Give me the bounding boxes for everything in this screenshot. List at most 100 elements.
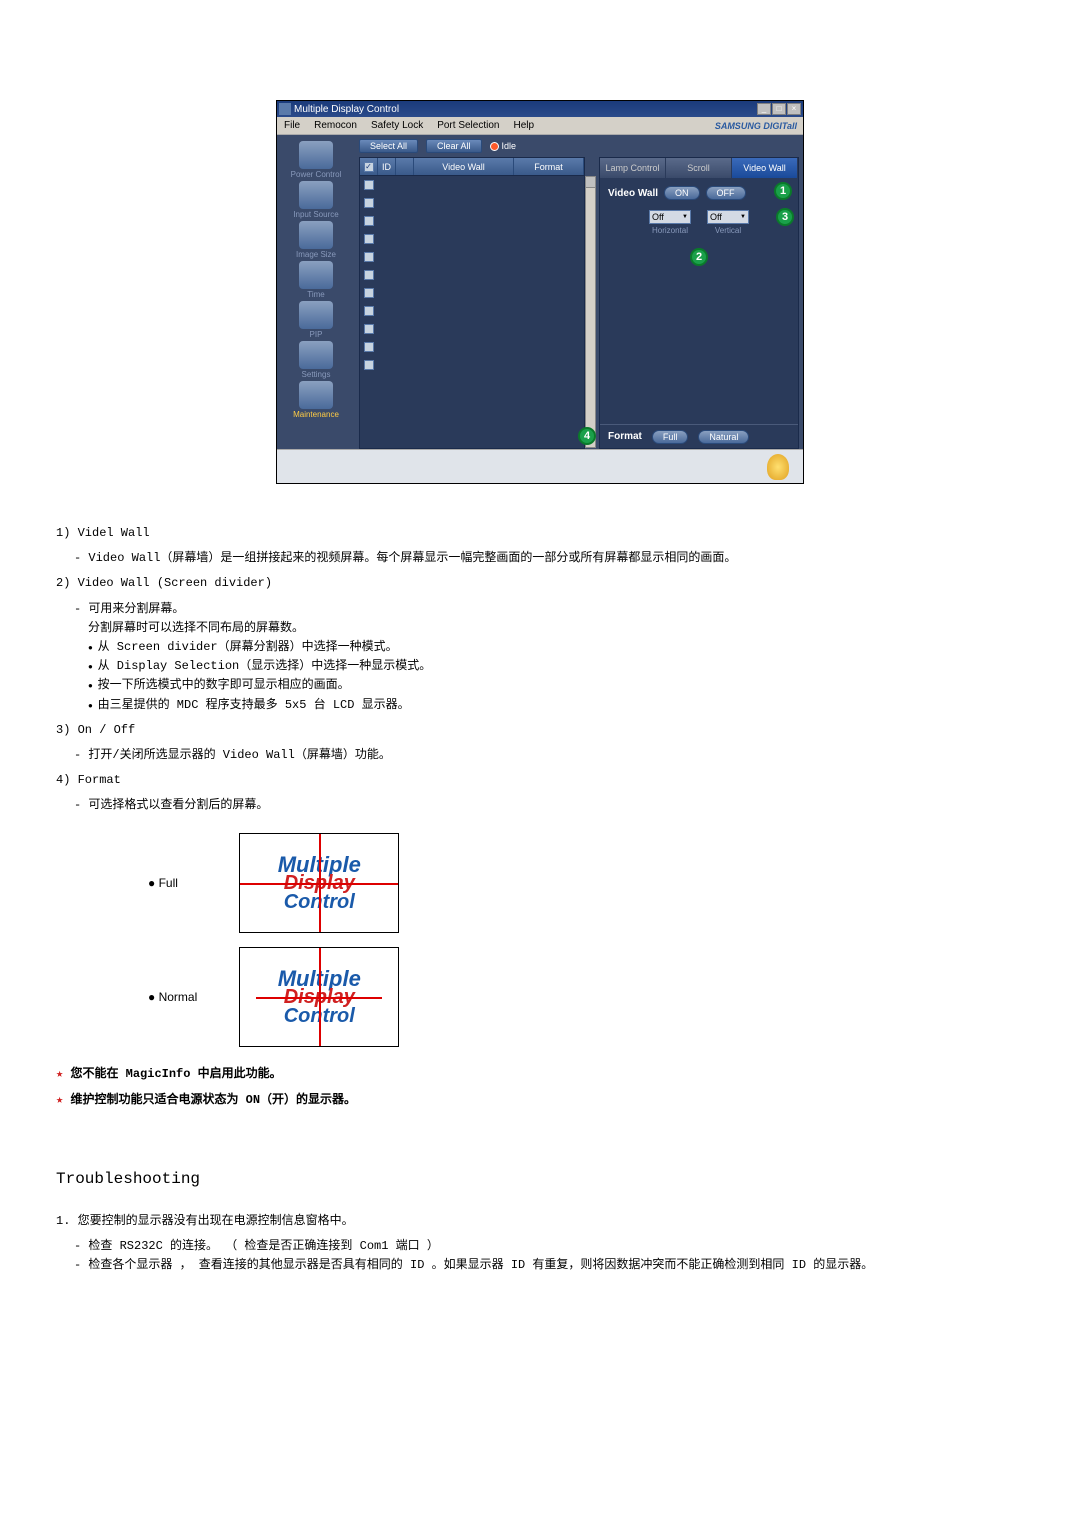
input-source-icon bbox=[299, 181, 333, 209]
sidebar-item-power[interactable]: Power Control bbox=[284, 141, 348, 179]
table-row[interactable] bbox=[360, 248, 584, 266]
vertical-select[interactable]: Off ▼ bbox=[707, 210, 749, 224]
table-row[interactable] bbox=[360, 176, 584, 194]
status-idle: Idle bbox=[490, 141, 517, 151]
menu-safety-lock[interactable]: Safety Lock bbox=[364, 120, 430, 131]
row-checkbox[interactable] bbox=[364, 234, 374, 244]
row-checkbox[interactable] bbox=[364, 270, 374, 280]
format-natural-button[interactable]: Natural bbox=[698, 430, 749, 444]
row-checkbox[interactable] bbox=[364, 288, 374, 298]
maximize-button[interactable]: □ bbox=[772, 103, 786, 115]
table-row[interactable] bbox=[360, 284, 584, 302]
format-full-label: Full bbox=[159, 876, 178, 890]
format-examples-table: ● Full Multiple Display Control ● Normal… bbox=[126, 825, 421, 1055]
format-label: Format bbox=[608, 431, 642, 442]
troubleshooting-1-bullet-2: 检查各个显示器 ， 查看连接的其他显示器是否具有相同的 ID 。如果显示器 ID… bbox=[74, 1256, 1024, 1275]
section-2-title: 2) Video Wall (Screen divider) bbox=[56, 574, 1024, 593]
row-checkbox[interactable] bbox=[364, 306, 374, 316]
table-row[interactable] bbox=[360, 212, 584, 230]
sidebar-item-image-size[interactable]: Image Size bbox=[284, 221, 348, 259]
section-2-line-2: 分割屏幕时可以选择不同布局的屏幕数。 bbox=[88, 619, 1024, 638]
horizontal-select[interactable]: Off ▼ bbox=[649, 210, 691, 224]
section-2-line-1: 可用来分割屏幕。 bbox=[74, 600, 1024, 619]
table-row[interactable] bbox=[360, 230, 584, 248]
image-size-icon bbox=[299, 221, 333, 249]
idle-indicator-icon bbox=[490, 142, 499, 151]
video-wall-on-button[interactable]: ON bbox=[664, 186, 700, 200]
control-panel: Lamp Control Scroll Video Wall 1 Video W… bbox=[599, 157, 799, 449]
bullet-icon: ● bbox=[148, 990, 155, 1004]
menu-help[interactable]: Help bbox=[506, 120, 541, 131]
settings-icon bbox=[299, 341, 333, 369]
sidebar-item-maintenance[interactable]: Maintenance bbox=[284, 381, 348, 419]
table-row[interactable] bbox=[360, 320, 584, 338]
col-status-icon[interactable] bbox=[396, 158, 414, 175]
row-checkbox[interactable] bbox=[364, 360, 374, 370]
row-checkbox[interactable] bbox=[364, 180, 374, 190]
info-bulb-icon[interactable] bbox=[767, 454, 789, 480]
callout-2: 2 bbox=[690, 248, 708, 266]
section-4-text: 可选择格式以查看分割后的屏幕。 bbox=[74, 796, 1024, 815]
section-2-bullet-4: 由三星提供的 MDC 程序支持最多 5x5 台 LCD 显示器。 bbox=[88, 696, 1024, 715]
app-screenshot: Multiple Display Control _ □ × File Remo… bbox=[276, 100, 804, 484]
select-all-button[interactable]: Select All bbox=[359, 139, 418, 153]
section-2-bullet-2: 从 Display Selection（显示选择）中选择一种显示模式。 bbox=[88, 657, 1024, 676]
app-icon bbox=[279, 103, 291, 115]
note-1: ★ 您不能在 MagicInfo 中启用此功能。 bbox=[56, 1065, 1024, 1084]
sidebar-item-settings[interactable]: Settings bbox=[284, 341, 348, 379]
power-icon bbox=[299, 141, 333, 169]
format-normal-image: Multiple Display Control bbox=[239, 947, 399, 1047]
table-body bbox=[360, 176, 584, 448]
sidebar-item-pip[interactable]: PIP bbox=[284, 301, 348, 339]
close-button[interactable]: × bbox=[787, 103, 801, 115]
clear-all-button[interactable]: Clear All bbox=[426, 139, 482, 153]
row-checkbox[interactable] bbox=[364, 216, 374, 226]
brand-logo: SAMSUNG DIGITall bbox=[715, 121, 803, 131]
sidebar-item-input[interactable]: Input Source bbox=[284, 181, 348, 219]
tab-scroll[interactable]: Scroll bbox=[666, 158, 732, 178]
video-wall-label: Video Wall bbox=[608, 188, 658, 199]
chevron-down-icon: ▼ bbox=[682, 214, 688, 220]
menu-port-selection[interactable]: Port Selection bbox=[430, 120, 506, 131]
window-titlebar: Multiple Display Control _ □ × bbox=[277, 101, 803, 117]
table-row[interactable] bbox=[360, 356, 584, 374]
row-checkbox[interactable] bbox=[364, 342, 374, 352]
menubar: File Remocon Safety Lock Port Selection … bbox=[277, 117, 803, 135]
table-scrollbar[interactable] bbox=[585, 176, 596, 448]
troubleshooting-item-1: 1. 您要控制的显示器没有出现在电源控制信息窗格中。 bbox=[56, 1212, 1024, 1231]
col-check[interactable] bbox=[360, 158, 378, 175]
section-2-bullet-1: 从 Screen divider（屏幕分割器）中选择一种模式。 bbox=[88, 638, 1024, 657]
table-row[interactable] bbox=[360, 194, 584, 212]
time-icon bbox=[299, 261, 333, 289]
toolbar: Select All Clear All Idle bbox=[359, 139, 799, 153]
format-full-button[interactable]: Full bbox=[652, 430, 689, 444]
callout-4: 4 bbox=[578, 427, 596, 445]
format-normal-label: Normal bbox=[159, 990, 198, 1004]
video-wall-off-button[interactable]: OFF bbox=[706, 186, 746, 200]
maintenance-icon bbox=[299, 381, 333, 409]
table-row[interactable] bbox=[360, 302, 584, 320]
section-4-title: 4) Format bbox=[56, 771, 1024, 790]
section-1-title: 1) Videl Wall bbox=[56, 524, 1024, 543]
col-format[interactable]: Format bbox=[514, 158, 584, 175]
note-2: ★ 维护控制功能只适合电源状态为 ON（开）的显示器。 bbox=[56, 1091, 1024, 1110]
tab-lamp-control[interactable]: Lamp Control bbox=[600, 158, 666, 178]
table-row[interactable] bbox=[360, 338, 584, 356]
tab-video-wall[interactable]: Video Wall bbox=[732, 158, 798, 178]
row-checkbox[interactable] bbox=[364, 324, 374, 334]
section-2-bullet-3: 按一下所选模式中的数字即可显示相应的画面。 bbox=[88, 676, 1024, 695]
row-checkbox[interactable] bbox=[364, 198, 374, 208]
sidebar: Power Control Input Source Image Size Ti… bbox=[277, 135, 355, 449]
row-checkbox[interactable] bbox=[364, 252, 374, 262]
minimize-button[interactable]: _ bbox=[757, 103, 771, 115]
sidebar-item-time[interactable]: Time bbox=[284, 261, 348, 299]
format-full-image: Multiple Display Control bbox=[239, 833, 399, 933]
menu-file[interactable]: File bbox=[277, 120, 307, 131]
vertical-label: Vertical bbox=[715, 226, 741, 235]
col-id[interactable]: ID bbox=[378, 158, 396, 175]
table-row[interactable] bbox=[360, 266, 584, 284]
col-video-wall[interactable]: Video Wall bbox=[414, 158, 514, 175]
window-controls: _ □ × bbox=[757, 103, 801, 115]
menu-remocon[interactable]: Remocon bbox=[307, 120, 364, 131]
section-1-text: Video Wall（屏幕墙）是一组拼接起来的视频屏幕。每个屏幕显示一幅完整画面… bbox=[74, 549, 1024, 568]
